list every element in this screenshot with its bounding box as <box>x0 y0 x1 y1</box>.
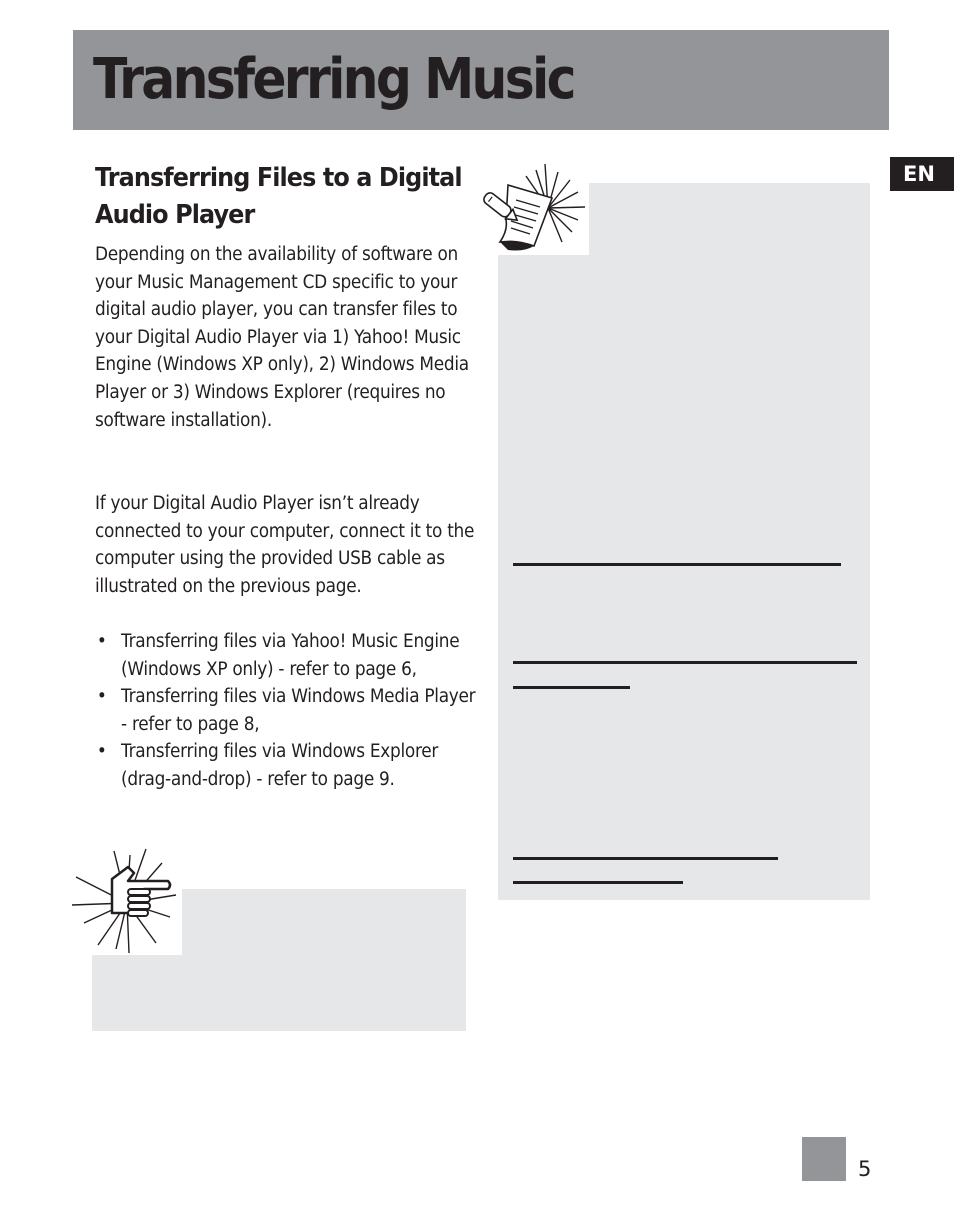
note-rule <box>513 563 841 566</box>
list-item: • Transferring files via Windows Explore… <box>95 738 476 793</box>
bullet-icon: • <box>96 741 107 763</box>
page-title: Transferring Music <box>93 47 576 112</box>
bullet-icon: • <box>96 631 107 652</box>
note-rule <box>513 857 778 860</box>
note-box <box>498 183 870 900</box>
tip-icon-frame <box>72 845 182 955</box>
list-item-text: Transferring files via Yahoo! Music Engi… <box>121 631 460 680</box>
bullet-icon: • <box>96 686 107 708</box>
title-bar: Transferring Music <box>73 30 889 130</box>
intro-paragraph: Depending on the availability of softwar… <box>95 244 469 431</box>
note-rule <box>513 686 630 689</box>
note-pencil-icon <box>483 163 586 251</box>
pointing-hand-icon <box>72 848 177 954</box>
note-icon-frame <box>478 160 589 255</box>
section-title: Transferring Files to a Digital Audio Pl… <box>95 163 463 230</box>
list-item: • Transferring files via Yahoo! Music En… <box>95 628 476 683</box>
page-number: 5 <box>858 1157 872 1181</box>
list-item-text: Transferring files via Windows Explorer … <box>121 741 439 790</box>
page-marker <box>802 1137 846 1181</box>
language-tab: EN <box>890 157 954 191</box>
transfer-methods-list: • Transferring files via Yahoo! Music En… <box>95 628 476 794</box>
list-item: • Transferring files via Windows Media P… <box>95 683 476 738</box>
note-rule <box>513 881 683 884</box>
section-heading-wrap: Transferring Files to a Digital Audio Pl… <box>95 160 480 234</box>
connection-paragraph: If your Digital Audio Player isn’t alrea… <box>95 493 475 597</box>
note-rule <box>513 661 857 664</box>
list-item-text: Transferring files via Windows Media Pla… <box>121 686 476 735</box>
